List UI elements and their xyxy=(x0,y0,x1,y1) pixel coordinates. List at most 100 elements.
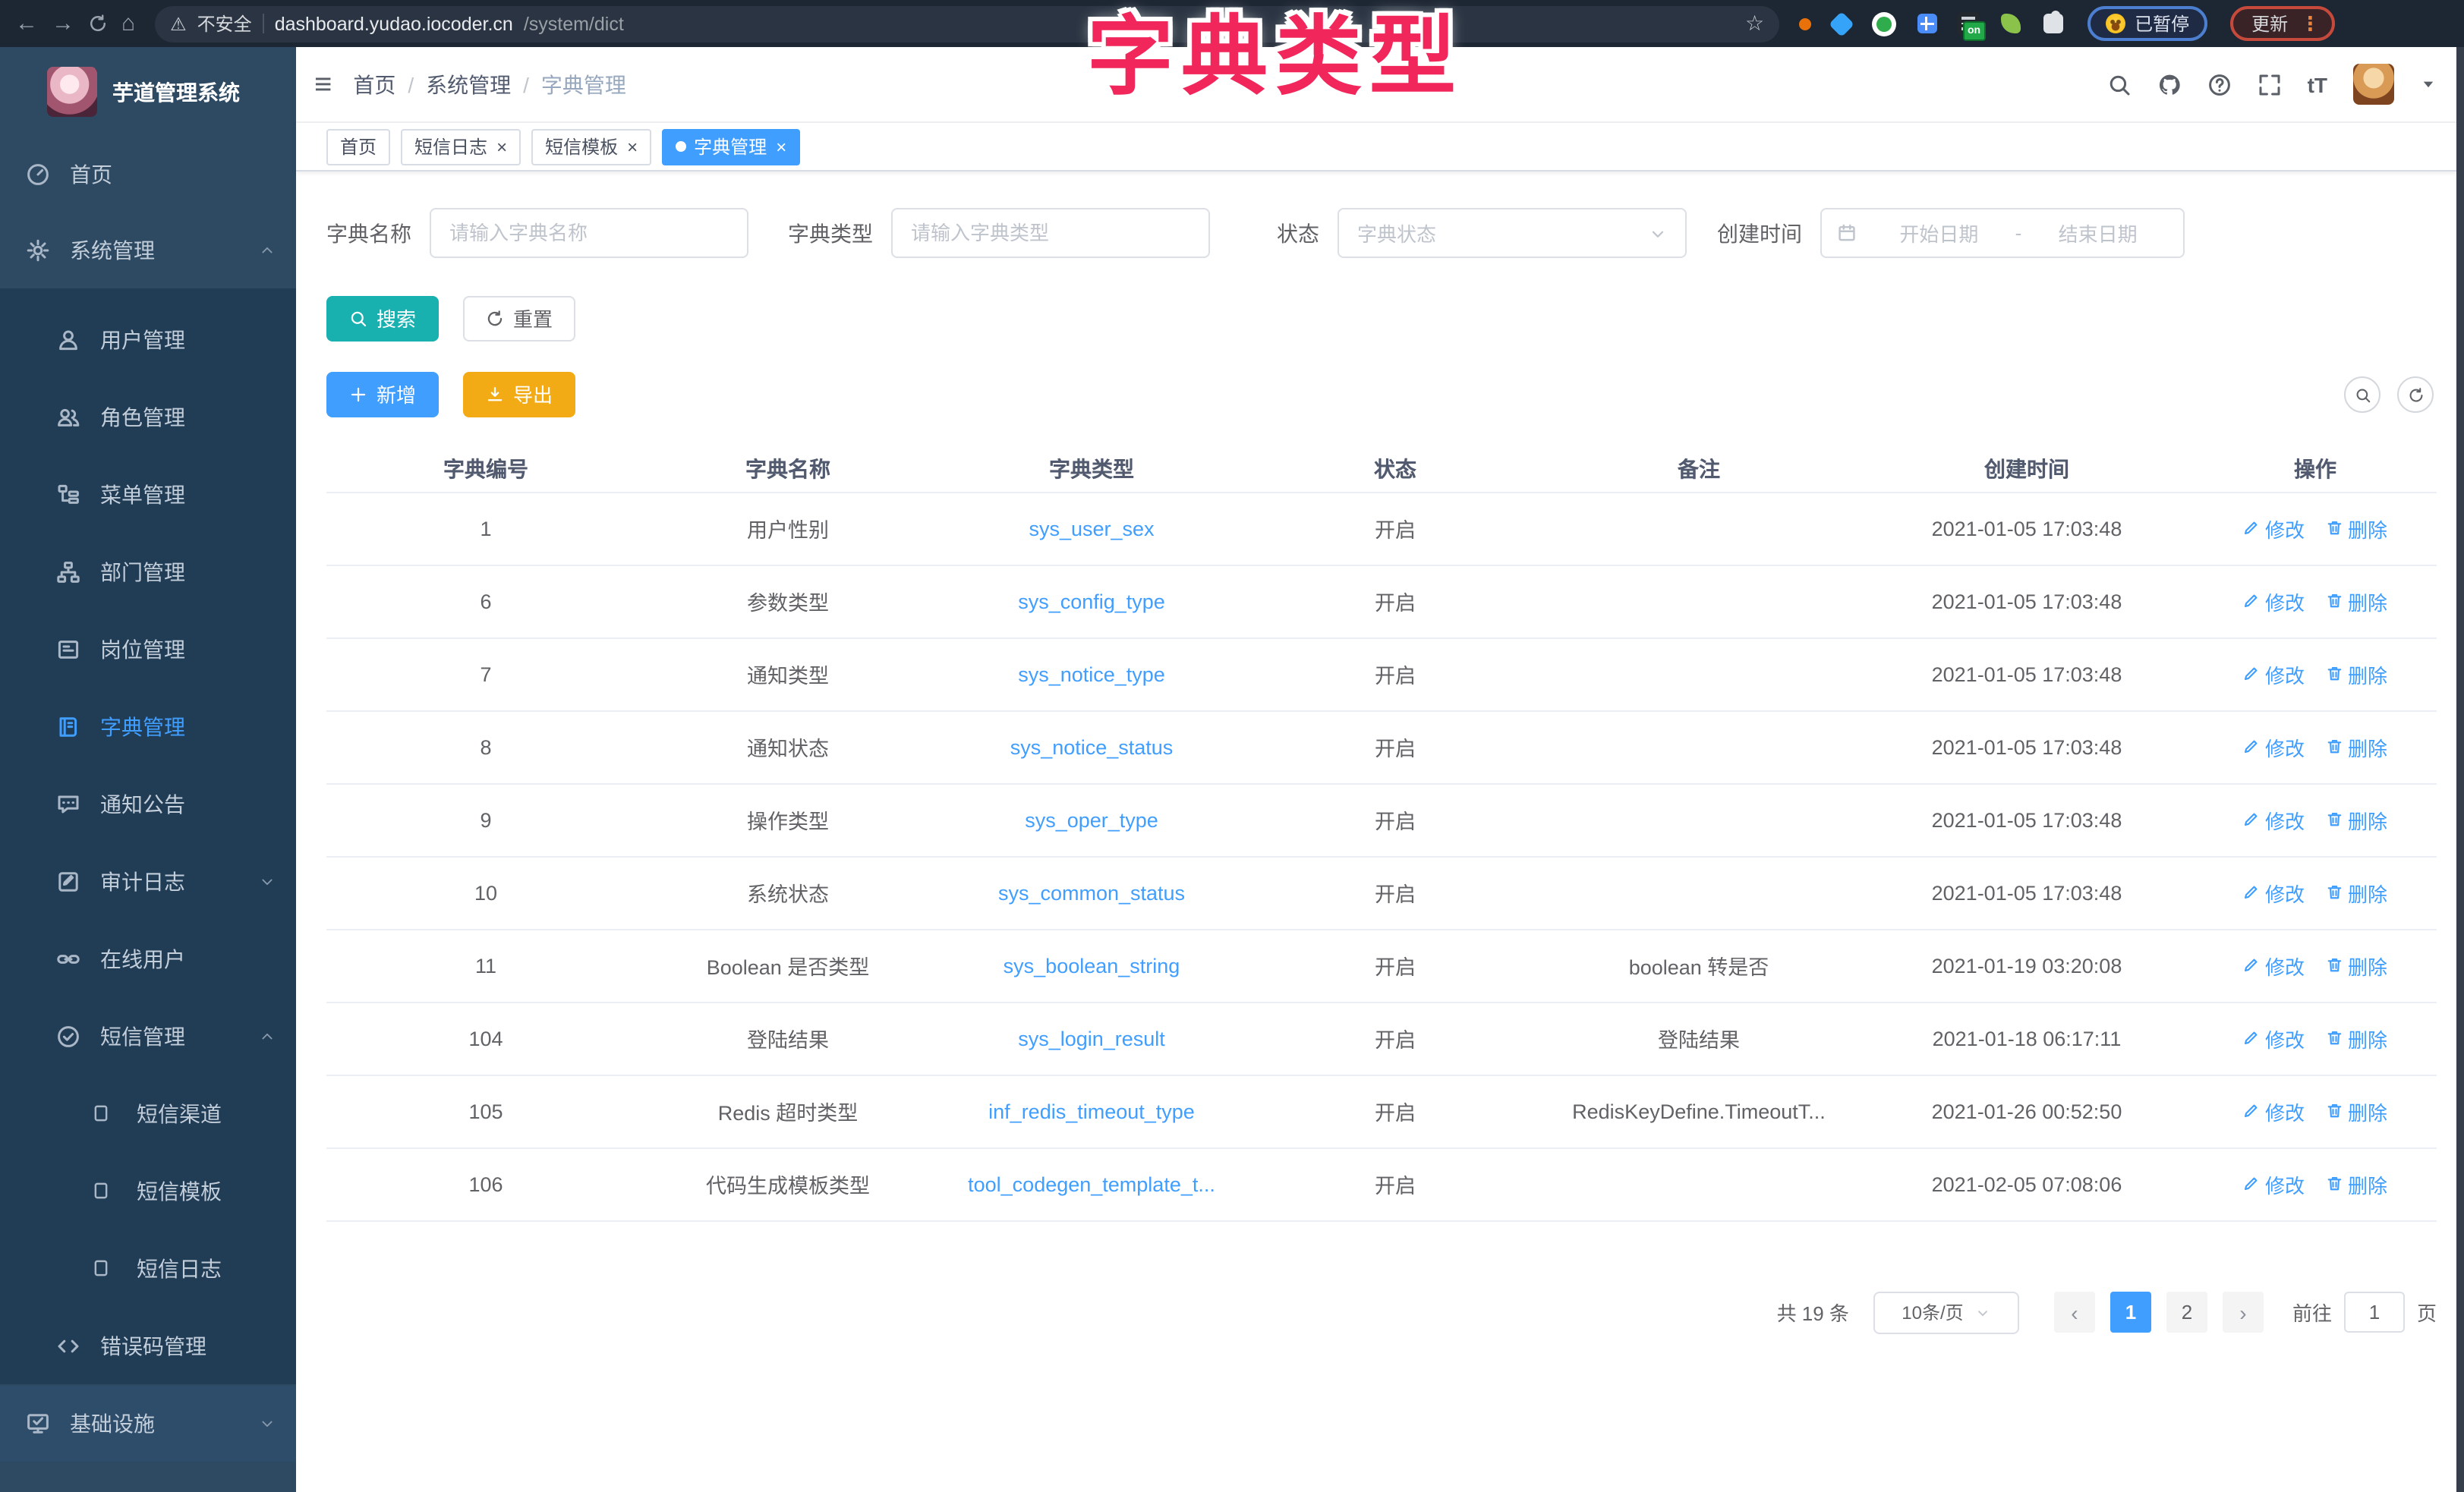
sidebar-item[interactable]: 短信日志 xyxy=(0,1229,296,1307)
sidebar-item[interactable]: 审计日志 xyxy=(0,842,296,920)
help-icon[interactable] xyxy=(2207,72,2232,96)
sidebar-item[interactable]: 错误码管理 xyxy=(0,1307,296,1384)
edit-link[interactable]: 修改 xyxy=(2243,587,2305,615)
dict-type-input[interactable] xyxy=(891,208,1210,258)
delete-link[interactable]: 删除 xyxy=(2326,514,2387,543)
dict-name-input[interactable] xyxy=(430,208,748,258)
delete-link[interactable]: 删除 xyxy=(2326,1097,2387,1125)
sidebar-item[interactable]: 在线用户 xyxy=(0,920,296,997)
sidebar-item[interactable]: 字典管理 xyxy=(0,688,296,765)
date-range-picker[interactable]: 开始日期 - 结束日期 xyxy=(1820,208,2185,258)
tab[interactable]: 字典管理× xyxy=(662,128,800,165)
delete-link[interactable]: 删除 xyxy=(2326,732,2387,761)
ext-blue-gem-icon[interactable] xyxy=(1829,11,1854,36)
delete-link[interactable]: 删除 xyxy=(2326,878,2387,907)
page-button[interactable]: 1 xyxy=(2110,1292,2151,1333)
edit-link[interactable]: 修改 xyxy=(2243,1169,2305,1198)
browser-update-button[interactable]: 更新 ⋮ xyxy=(2230,6,2335,41)
add-button[interactable]: 新增 xyxy=(326,372,439,417)
delete-link[interactable]: 删除 xyxy=(2326,1169,2387,1198)
export-button[interactable]: 导出 xyxy=(463,372,575,417)
tab-close-icon[interactable]: × xyxy=(496,137,507,156)
dict-type-link[interactable]: tool_codegen_template_t... xyxy=(968,1173,1215,1195)
caret-down-icon[interactable] xyxy=(2420,76,2437,93)
bookmark-star-icon[interactable]: ☆ xyxy=(1745,11,1764,36)
sidebar-item[interactable]: 角色管理 xyxy=(0,378,296,455)
prev-page-button[interactable]: ‹ xyxy=(2054,1292,2095,1333)
tab[interactable]: 短信日志× xyxy=(401,128,521,165)
sidebar-item[interactable]: 系统管理 xyxy=(0,212,296,288)
browser-extensions: on xyxy=(1799,11,2065,36)
user-avatar[interactable] xyxy=(2353,64,2394,105)
dict-type-link[interactable]: sys_oper_type xyxy=(1025,808,1158,831)
tab[interactable]: 首页 xyxy=(326,128,390,165)
sidebar-item[interactable]: 短信渠道 xyxy=(0,1075,296,1152)
page-size-select[interactable]: 10条/页 xyxy=(1873,1291,2019,1333)
sidebar-item[interactable]: 短信管理 xyxy=(0,997,296,1075)
dict-type-link[interactable]: sys_login_result xyxy=(1018,1027,1165,1050)
edit-link[interactable]: 修改 xyxy=(2243,1097,2305,1125)
next-page-button[interactable]: › xyxy=(2223,1292,2264,1333)
address-bar[interactable]: ⚠ 不安全 dashboard.yudao.iocoder.cn/system/… xyxy=(155,5,1779,42)
tab[interactable]: 短信模板× xyxy=(531,128,651,165)
fullscreen-icon[interactable] xyxy=(2258,72,2282,96)
page-button[interactable]: 2 xyxy=(2166,1292,2207,1333)
home-icon[interactable]: ⌂ xyxy=(121,12,135,35)
breadcrumb-home[interactable]: 首页 xyxy=(353,69,395,99)
op-label: 修改 xyxy=(2265,587,2305,615)
edit-link[interactable]: 修改 xyxy=(2243,1024,2305,1053)
sidebar-item[interactable]: 用户管理 xyxy=(0,301,296,378)
dict-type-link[interactable]: inf_redis_timeout_type xyxy=(988,1100,1195,1122)
ext-green-circle-icon[interactable] xyxy=(1872,11,1896,36)
font-size-icon[interactable]: tT xyxy=(2308,72,2327,96)
sidebar-item[interactable]: 首页 xyxy=(0,137,296,212)
reset-button[interactable]: 重置 xyxy=(463,296,575,342)
reload-icon[interactable] xyxy=(88,14,108,33)
app-logo[interactable]: 芋道管理系统 xyxy=(0,47,296,137)
dict-type-link[interactable]: sys_user_sex xyxy=(1029,517,1154,540)
delete-link[interactable]: 删除 xyxy=(2326,951,2387,980)
kebab-menu-icon[interactable]: ⋮ xyxy=(2300,11,2320,36)
delete-link[interactable]: 删除 xyxy=(2326,805,2387,834)
dict-type-link[interactable]: sys_common_status xyxy=(998,881,1185,904)
ext-green-leaf-icon[interactable] xyxy=(2000,14,2020,33)
tab-close-icon[interactable]: × xyxy=(627,137,638,156)
edit-link[interactable]: 修改 xyxy=(2243,878,2305,907)
dict-type-link[interactable]: sys_notice_status xyxy=(1010,735,1174,758)
breadcrumb-system[interactable]: 系统管理 xyxy=(426,69,511,99)
header-search-icon[interactable] xyxy=(2107,72,2132,96)
sidebar-item[interactable]: 岗位管理 xyxy=(0,610,296,688)
dict-type-link[interactable]: sys_boolean_string xyxy=(1004,954,1180,977)
ext-puzzle-icon[interactable] xyxy=(2043,14,2062,33)
delete-link[interactable]: 删除 xyxy=(2326,1024,2387,1053)
table-search-toggle-button[interactable] xyxy=(2344,376,2381,413)
hamburger-icon[interactable]: ≡ xyxy=(314,69,332,99)
ext-blue-grid-icon[interactable] xyxy=(1917,14,1936,33)
search-button[interactable]: 搜索 xyxy=(326,296,439,342)
sidebar-item[interactable]: 菜单管理 xyxy=(0,455,296,533)
table-refresh-button[interactable] xyxy=(2397,376,2434,413)
ext-tampermonkey-icon[interactable]: on xyxy=(1957,12,1980,35)
edit-link[interactable]: 修改 xyxy=(2243,732,2305,761)
status-select[interactable]: 字典状态 xyxy=(1338,208,1687,258)
sidebar-item[interactable]: 部门管理 xyxy=(0,533,296,610)
dict-type-link[interactable]: sys_config_type xyxy=(1018,590,1165,612)
forward-icon[interactable]: → xyxy=(52,12,74,35)
edit-link[interactable]: 修改 xyxy=(2243,805,2305,834)
edit-link[interactable]: 修改 xyxy=(2243,659,2305,688)
github-icon[interactable] xyxy=(2157,72,2182,96)
edit-link[interactable]: 修改 xyxy=(2243,514,2305,543)
ext-orange-ring-icon[interactable] xyxy=(1799,17,1811,30)
tab-close-icon[interactable]: × xyxy=(776,137,786,156)
sidebar-item[interactable]: 基础设施 xyxy=(0,1386,296,1462)
goto-page-input[interactable] xyxy=(2344,1292,2405,1333)
delete-link[interactable]: 删除 xyxy=(2326,587,2387,615)
delete-link[interactable]: 删除 xyxy=(2326,659,2387,688)
edit-link[interactable]: 修改 xyxy=(2243,951,2305,980)
back-icon[interactable]: ← xyxy=(15,12,38,35)
sidebar-item[interactable]: 通知公告 xyxy=(0,765,296,842)
scrollbar-track[interactable] xyxy=(2456,47,2464,1492)
dict-type-link[interactable]: sys_notice_type xyxy=(1018,663,1165,685)
paused-extension-button[interactable]: 已暂停 xyxy=(2087,6,2207,41)
sidebar-item[interactable]: 短信模板 xyxy=(0,1152,296,1229)
